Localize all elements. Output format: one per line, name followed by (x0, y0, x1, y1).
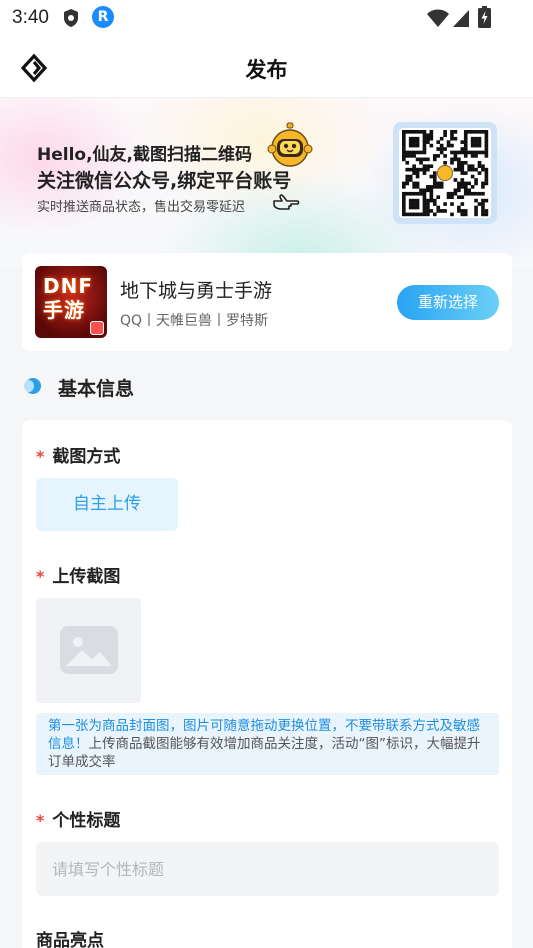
page-title: 发布 (245, 58, 288, 82)
screenshot-method-label: * 截图方式 (36, 447, 121, 467)
qr-code (399, 128, 491, 218)
selected-game-card: DNF 手游 地下城与勇士手游 QQ丨天帷巨兽丨罗特斯 重新选择 (22, 253, 512, 351)
custom-title-input[interactable] (36, 842, 499, 896)
pointing-hand-icon (273, 194, 300, 210)
app-notification-icon: R (92, 6, 114, 28)
section-title: 基本信息 (58, 378, 135, 400)
game-logo: DNF 手游 (35, 266, 107, 338)
game-name: 地下城与勇士手游 (120, 280, 273, 302)
robot-mascot-icon (267, 122, 313, 167)
status-bar: 3:40 R (0, 0, 533, 36)
banner-subtext: 实时推送商品状态，售出交易零延迟 (37, 200, 246, 215)
self-upload-option[interactable]: 自主上传 (36, 478, 178, 531)
banner-headline: 关注微信公众号,绑定平台账号 (37, 170, 292, 192)
required-mark: * (36, 567, 45, 586)
battery-icon (478, 6, 491, 28)
basic-info-form: * 截图方式 自主上传 * 上传截图 第一张为商品封面图，图片可随意拖动更换位置，不… (22, 420, 512, 948)
game-server-info: QQ丨天帷巨兽丨罗特斯 (120, 313, 269, 329)
upload-tip: 第一张为商品封面图，图片可随意拖动更换位置，不要带联系方式及敏感信息！上传商品截… (36, 713, 499, 775)
app-header: 发布 (0, 36, 533, 98)
upload-screenshot-label: * 上传截图 (36, 567, 121, 587)
required-mark: * (36, 447, 45, 466)
reselect-game-button[interactable]: 重新选择 (397, 285, 499, 320)
upload-tip-text: 上传商品截图能够有效增加商品关注度，活动“图”标识，大幅提升订单成交率 (48, 736, 481, 770)
mobile-badge-icon (90, 321, 104, 335)
status-time: 3:40 (12, 7, 49, 28)
signal-icon (453, 10, 469, 27)
game-logo-text-top: DNF (43, 274, 94, 298)
upload-screenshot-button[interactable] (36, 598, 141, 703)
qr-code-frame (393, 122, 497, 224)
section-marker-icon (24, 378, 41, 394)
image-placeholder-icon (60, 626, 118, 674)
follow-wechat-banner[interactable]: Hello,仙友,截图扫描二维码 关注微信公众号,绑定平台账号 实时推送商品状态… (0, 98, 533, 268)
wifi-icon (427, 9, 449, 27)
required-mark: * (36, 811, 45, 830)
shield-icon (64, 9, 78, 27)
custom-title-label: * 个性标题 (36, 811, 121, 831)
banner-greeting: Hello,仙友,截图扫描二维码 (37, 145, 253, 165)
product-highlights-label: 商品亮点 (36, 931, 104, 948)
game-logo-text-bottom: 手游 (43, 298, 85, 322)
